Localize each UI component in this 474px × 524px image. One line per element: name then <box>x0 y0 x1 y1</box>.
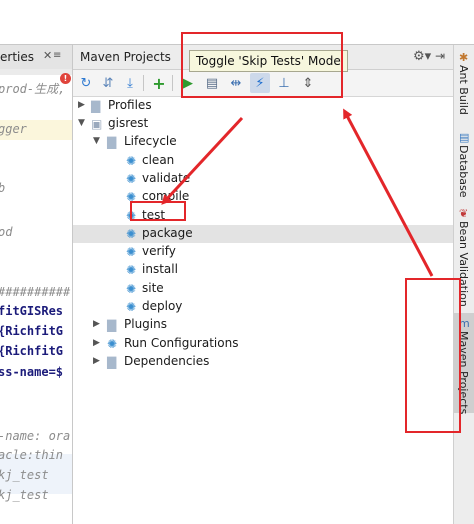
tree-item-label: deploy <box>142 299 183 313</box>
tree-item-phase[interactable]: ✺ verify <box>73 243 453 261</box>
maven-projects-panel: Maven Projects ⚙▾ ⇥ ↻ ⇵ ⤓ + ▶ ▤ ⇹ ⚡ ⊥ ⇕ … <box>73 45 453 524</box>
editor-pane: erties ✕ ≡ ! prod-生成, gger b od ########… <box>0 45 73 524</box>
tab-menu-icon[interactable]: ≡ <box>53 50 61 61</box>
gear-icon[interactable]: ⚙▾ <box>413 49 431 64</box>
gear-icon: ✺ <box>107 337 118 351</box>
tree-item-phase[interactable]: ✺ site <box>73 280 453 298</box>
gear-icon: ✺ <box>126 154 137 168</box>
tree-item-label: Plugins <box>124 317 167 331</box>
tree-item-label: Run Configurations <box>124 336 239 350</box>
folder-icon: ▇ <box>107 355 117 369</box>
chevron-right-icon[interactable]: ▶ <box>93 356 100 366</box>
annotation-box-maven-tab <box>405 278 461 433</box>
download-icon[interactable]: ⤓ <box>120 73 140 93</box>
code-line[interactable]: ss-name=$ <box>0 365 63 379</box>
reimport-icon[interactable]: ↻ <box>76 73 96 93</box>
tree-item-run-configurations[interactable]: ▶ ✺ Run Configurations <box>73 335 453 353</box>
tree-item-label: validate <box>142 171 191 185</box>
tree-item-phase[interactable]: ✺ validate <box>73 170 453 188</box>
side-tab-label: Database <box>457 145 470 198</box>
chevron-right-icon[interactable]: ▶ <box>78 100 85 110</box>
tree-item-label: site <box>142 281 164 295</box>
tree-item-dependencies[interactable]: ▶ ▇ Dependencies <box>73 353 453 371</box>
code-line[interactable]: ########## <box>0 285 70 299</box>
code-line[interactable]: acle:thin <box>0 448 63 462</box>
code-line[interactable]: prod-生成, <box>0 80 65 97</box>
folder-icon: ▇ <box>107 318 117 332</box>
folder-icon: ▇ <box>107 135 117 149</box>
gear-icon: ✺ <box>126 172 137 186</box>
gear-icon: ✺ <box>126 263 137 277</box>
maven-module-icon: ▣ <box>91 117 103 131</box>
panel-title: Maven Projects <box>80 50 171 64</box>
tree-item-label: install <box>142 262 178 276</box>
gear-icon: ✺ <box>126 227 137 241</box>
tree-item-phase[interactable]: ✺ clean <box>73 152 453 170</box>
gear-icon: ✺ <box>126 300 137 314</box>
ant-icon: ✱ <box>459 51 469 64</box>
code-line[interactable]: b <box>0 181 5 195</box>
tree-item-phase[interactable]: ✺ deploy <box>73 298 453 316</box>
chevron-right-icon[interactable]: ▶ <box>93 338 100 348</box>
gear-icon: ✺ <box>126 245 137 259</box>
tree-item-label: package <box>142 226 193 240</box>
code-line[interactable]: gger <box>0 122 27 136</box>
side-tab-database[interactable]: ▤ Database <box>454 129 474 203</box>
tree-item-label: clean <box>142 153 175 167</box>
folder-icon: ▇ <box>91 99 101 113</box>
generate-sources-icon[interactable]: ⇵ <box>98 73 118 93</box>
hide-panel-icon[interactable]: ⇥ <box>435 49 445 63</box>
tree-item-plugins[interactable]: ▶ ▇ Plugins <box>73 316 453 334</box>
tree-item-phase[interactable]: ✺ install <box>73 261 453 279</box>
tree-item-lifecycle[interactable]: ▼ ▇ Lifecycle <box>73 133 453 151</box>
chevron-down-icon[interactable]: ▼ <box>93 136 100 146</box>
tree-item-label: gisrest <box>108 116 149 130</box>
code-line[interactable]: {RichfitG <box>0 344 63 358</box>
tree-item-label: Lifecycle <box>124 134 177 148</box>
add-icon[interactable]: + <box>149 73 169 93</box>
chevron-down-icon[interactable]: ▼ <box>78 118 85 128</box>
tree-item-profiles[interactable]: ▶ ▇ Profiles <box>73 97 453 115</box>
gear-icon: ✺ <box>126 282 137 296</box>
code-line[interactable]: od <box>0 225 12 239</box>
chevron-right-icon[interactable]: ▶ <box>93 319 100 329</box>
editor-tab-label: erties <box>0 50 34 64</box>
tree-item-label: Profiles <box>108 98 152 112</box>
code-line[interactable]: kj_test <box>0 488 49 502</box>
code-line[interactable]: kj_test <box>0 468 49 482</box>
toolbar-separator <box>143 75 144 91</box>
code-line[interactable]: -name: ora <box>0 429 70 443</box>
maven-tree: ▶ ▇ Profiles ▼ ▣ gisrest ▼ ▇ Lifecycle ✺… <box>73 97 453 524</box>
tree-item-phase-selected[interactable]: ✺ package <box>73 225 453 243</box>
editor-tab[interactable]: erties ✕ ≡ <box>0 45 72 70</box>
side-tab-label: Ant Build <box>457 65 470 115</box>
close-icon[interactable]: ✕ <box>43 49 52 62</box>
toolbar-separator <box>172 75 173 91</box>
bean-icon: ❦ <box>459 207 469 220</box>
tree-item-label: verify <box>142 244 176 258</box>
tree-item-project[interactable]: ▼ ▣ gisrest <box>73 115 453 133</box>
annotation-box-tooltip <box>181 32 343 98</box>
database-icon: ▤ <box>459 131 470 144</box>
code-line[interactable]: {RichfitG <box>0 324 63 338</box>
code-line[interactable]: fitGISRes <box>0 304 63 318</box>
tree-item-label: Dependencies <box>124 354 210 368</box>
side-tab-ant-build[interactable]: ✱ Ant Build <box>454 49 474 127</box>
annotation-box-test <box>130 201 186 221</box>
